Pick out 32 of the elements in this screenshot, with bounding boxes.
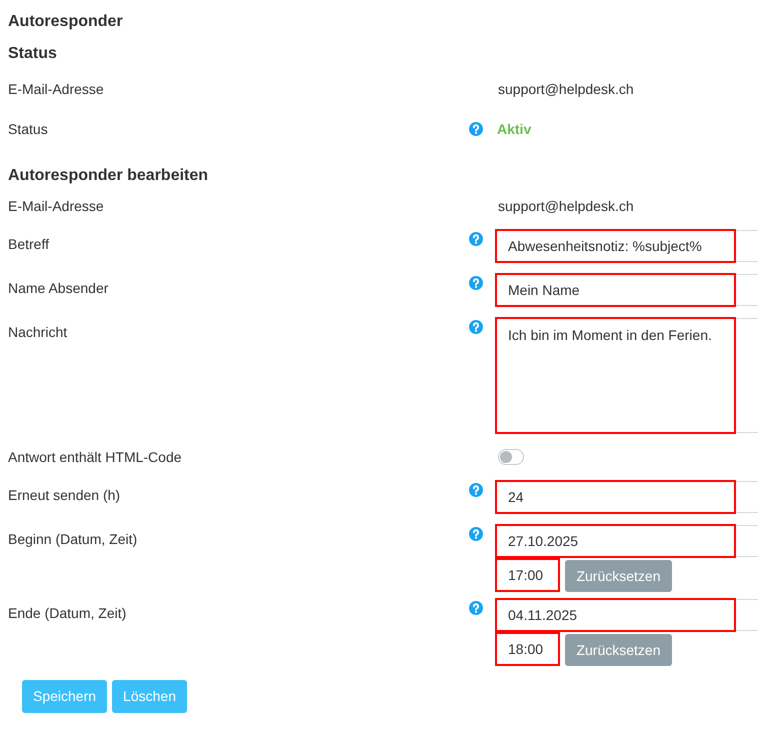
section-heading: Status <box>8 44 57 64</box>
section-heading: Autoresponder bearbeiten <box>8 166 208 186</box>
field-label: Betreff <box>8 236 49 252</box>
time-input[interactable]: 18:00 <box>495 632 560 666</box>
field-label: Name Absender <box>8 280 108 296</box>
email-value: support@helpdesk.ch <box>498 80 634 99</box>
help-icon[interactable] <box>469 276 483 290</box>
help-icon[interactable] <box>469 232 483 246</box>
text-input[interactable]: Mein Name <box>495 273 736 307</box>
field-label: Beginn (Datum, Zeit) <box>8 531 138 547</box>
message-textarea[interactable]: Ich bin im Moment in den Ferien. <box>495 317 736 434</box>
time-input[interactable]: 17:00 <box>495 558 560 592</box>
email-value: support@helpdesk.ch <box>498 197 634 216</box>
page-title: Autoresponder <box>8 12 123 32</box>
field-label: E-Mail-Adresse <box>8 81 104 97</box>
field-label: Antwort enthält HTML-Code <box>8 449 182 465</box>
toggle-switch[interactable] <box>498 449 524 465</box>
field-label: Erneut senden (h) <box>8 487 120 503</box>
help-icon[interactable] <box>469 122 483 136</box>
date-input[interactable]: 04.11.2025 <box>495 598 736 632</box>
date-input[interactable]: 27.10.2025 <box>495 524 736 558</box>
help-icon[interactable] <box>469 601 483 615</box>
status-value: Aktiv <box>497 120 532 139</box>
help-icon[interactable] <box>469 527 483 541</box>
field-label: E-Mail-Adresse <box>8 198 104 214</box>
help-icon[interactable] <box>469 320 483 334</box>
field-label: Status <box>8 121 48 137</box>
text-input[interactable]: 24 <box>495 480 736 514</box>
field-label: Ende (Datum, Zeit) <box>8 605 126 621</box>
help-icon[interactable] <box>469 483 483 497</box>
text-input[interactable]: Abwesenheitsnotiz: %subject% <box>495 229 736 263</box>
field-label: Nachricht <box>8 324 68 340</box>
